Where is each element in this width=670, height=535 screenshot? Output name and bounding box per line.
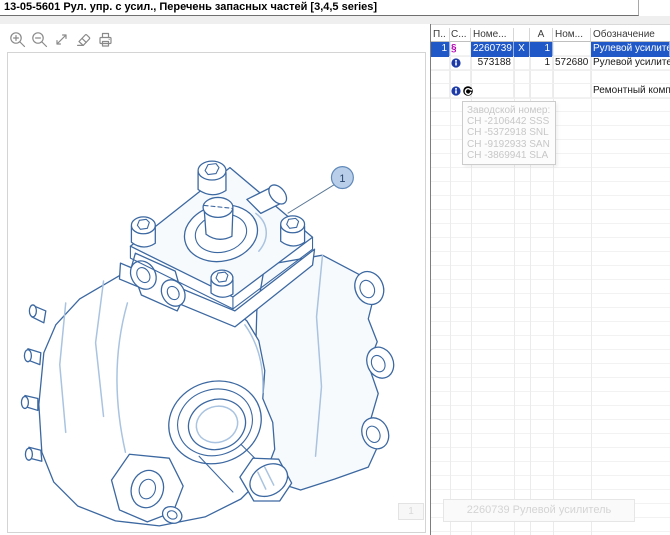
factory-number-line: CH -2106442 SSS [467,116,551,127]
callout-label: 1 [339,173,345,185]
eraser-icon[interactable] [73,29,93,49]
cell-x [514,84,530,99]
cell-sym [450,84,471,99]
cell-name [591,70,670,84]
cell-name: Рулевой усилитель [591,56,670,71]
zoom-fit-icon[interactable] [51,29,71,49]
factory-number-tooltip: Заводской номер: CH -2106442 SSSCH -5372… [462,101,556,165]
cell-sym [450,70,471,84]
ghost-position-badge: 1 [398,503,424,520]
cell-name: Ремонтный комплект [591,84,670,99]
factory-number-line: CH -5372918 SNL [467,127,551,138]
parts-table: П..С...Номе...АНом...Обозначение 1§22607… [431,28,670,98]
cell-pos: 1 [431,42,450,57]
cell-x [514,70,530,84]
cell-number [471,70,514,84]
table-row[interactable] [431,70,670,84]
cell-number: 573188 [471,56,514,71]
cell-x [514,56,530,71]
zoom-in-icon[interactable] [7,29,27,49]
ghost-part-label: 2260739 Рулевой усилитель [443,499,635,522]
cell-number: 2260739 [471,42,514,57]
refresh-icon [463,86,473,96]
cell-pos [431,70,450,84]
zoom-out-icon[interactable] [29,29,49,49]
column-header-number[interactable]: Номе... [471,28,514,42]
cell-qty [530,70,553,84]
window-title: 13-05-5601 Рул. упр. с усил., Перечень з… [0,0,639,16]
cell-qty [530,84,553,99]
cell-qty: 1 [530,42,553,57]
cell-sym [450,56,471,71]
grid-col-line [591,42,592,535]
info-icon [451,86,461,96]
table-row[interactable]: Ремонтный комплект [431,84,670,98]
factory-number-lines: CH -2106442 SSSCH -5372918 SNLCH -919293… [467,116,551,161]
cell-number2 [553,42,591,57]
title-gap [0,16,670,24]
callout-1[interactable]: 1 [331,167,353,189]
part-illustration: 1 [8,53,425,532]
parts-table-body: 1§2260739X1Рулевой усилитель573188157268… [431,42,670,98]
column-header-sym[interactable]: С... [450,28,471,42]
column-header-x[interactable] [514,28,530,42]
cell-sym: § [450,42,471,57]
parts-panel: П..С...Номе...АНом...Обозначение 1§22607… [431,24,670,535]
factory-number-line: CH -9192933 SAN [467,139,551,150]
column-header-pos[interactable]: П.. [431,28,450,42]
parts-table-header: П..С...Номе... АНом...Обозначение [431,28,670,42]
cell-name: Рулевой усилитель [591,42,670,57]
column-header-name[interactable]: Обозначение [591,28,670,42]
print-icon[interactable] [95,29,115,49]
factory-number-line: CH -3869941 SLA [467,150,551,161]
cell-number2 [553,70,591,84]
cell-x: X [514,42,530,57]
grid-col-line [450,42,451,535]
cell-number [471,84,514,99]
drawing-canvas[interactable]: 1 [7,52,426,533]
section-symbol: § [451,43,457,54]
cell-number2 [553,84,591,99]
cell-qty: 1 [530,56,553,71]
illustration-panel: 1 [0,24,430,535]
info-icon [451,58,461,68]
column-header-number2[interactable]: Ном... [553,28,591,42]
column-header-qty[interactable]: А [530,28,553,42]
cell-number2: 572680 [553,56,591,71]
table-row[interactable]: 573188 1572680Рулевой усилитель [431,56,670,70]
cell-pos [431,84,450,99]
cell-pos [431,56,450,71]
factory-number-title: Заводской номер: [467,105,551,116]
drawing-toolbar [7,29,115,49]
table-row[interactable]: 1§2260739X1Рулевой усилитель [431,42,670,56]
